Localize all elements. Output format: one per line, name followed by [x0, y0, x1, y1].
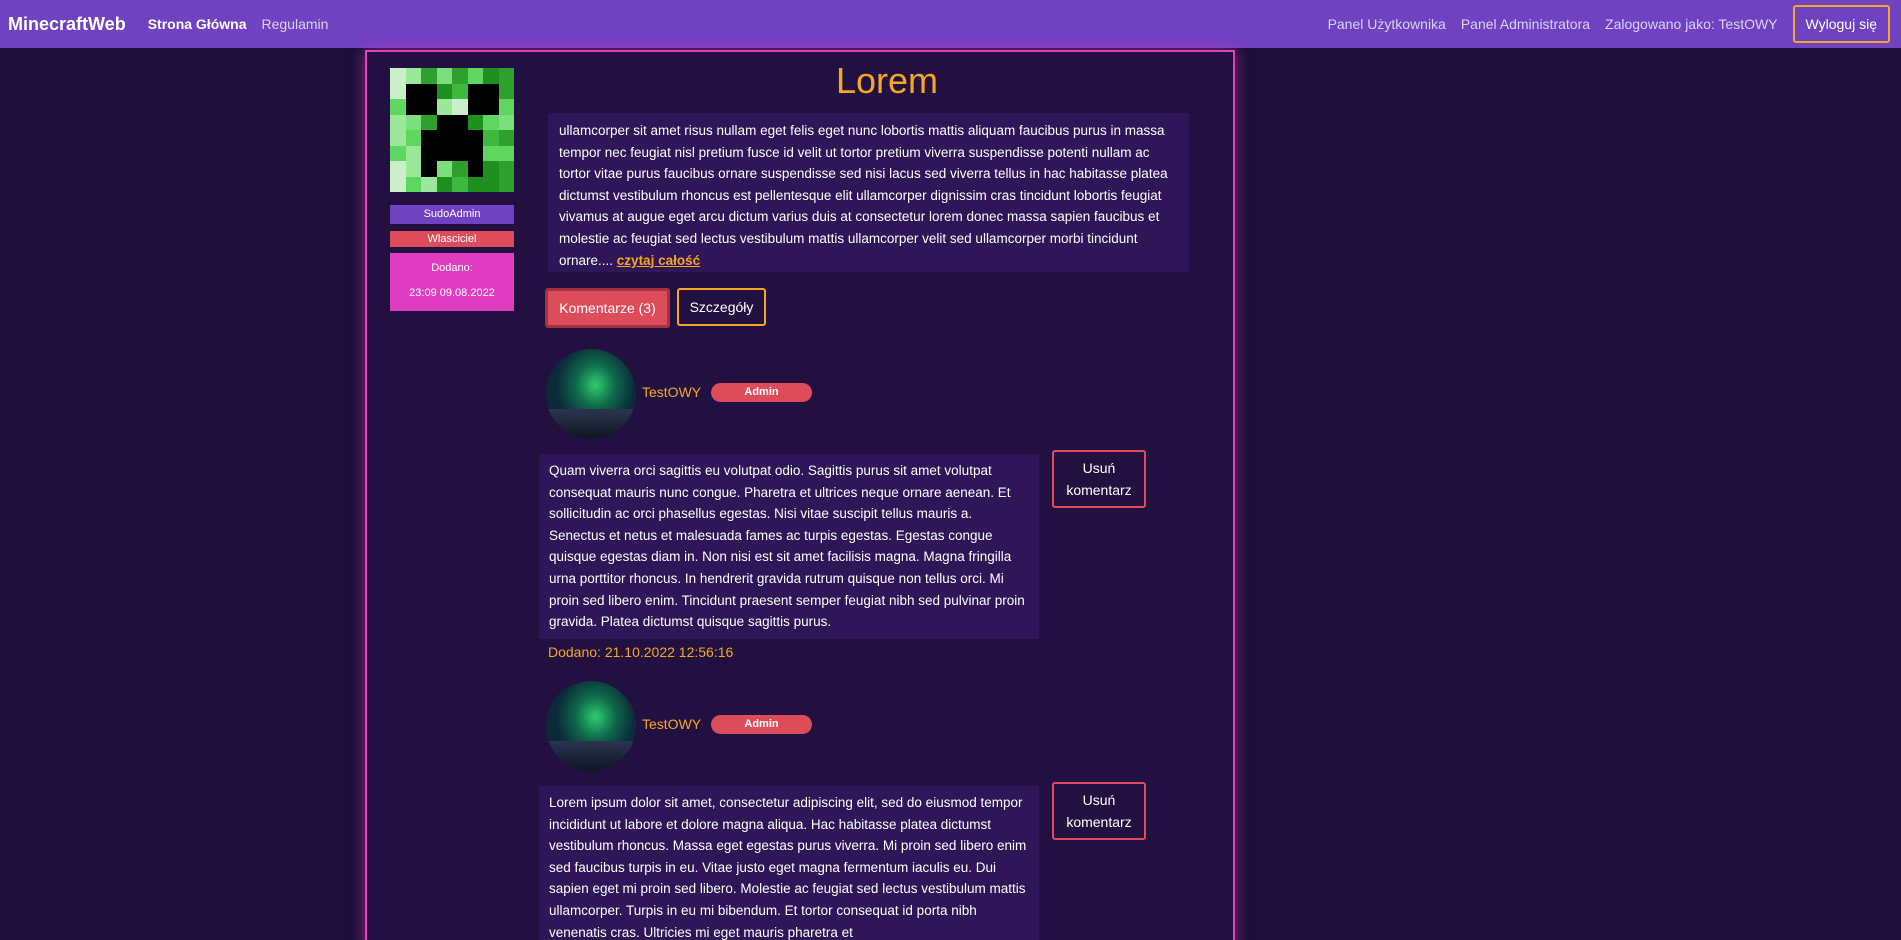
- aurora-avatar-icon: [546, 681, 636, 771]
- nav-user-panel[interactable]: Panel Użytkownika: [1328, 16, 1446, 32]
- author-name-badge: SudoAdmin: [390, 205, 514, 224]
- comments-button[interactable]: Komentarze (3): [545, 288, 670, 328]
- brand-logo[interactable]: MinecraftWeb: [8, 14, 126, 35]
- nav-right: Panel Użytkownika Panel Administratora Z…: [1328, 5, 1893, 43]
- read-more-link[interactable]: czytaj całość: [617, 253, 700, 268]
- delete-comment-button[interactable]: Usuń komentarz: [1052, 450, 1146, 508]
- nav-home[interactable]: Strona Główna: [148, 16, 247, 32]
- comment-role-badge: Admin: [711, 715, 812, 734]
- navbar: MinecraftWeb Strona Główna Regulamin Pan…: [0, 0, 1901, 48]
- post-body-text: ullamcorper sit amet risus nullam eget f…: [559, 123, 1168, 268]
- logout-button[interactable]: Wyloguj się: [1792, 5, 1890, 43]
- author-role-badge: Wlasciciel: [390, 231, 514, 247]
- post-author-block: SudoAdmin Wlasciciel Dodano: 23:09 09.08…: [390, 68, 514, 311]
- aurora-avatar-icon: [546, 349, 636, 439]
- creeper-face-icon: [390, 68, 514, 192]
- comment-author[interactable]: TestOWY: [642, 384, 701, 400]
- delete-comment-button[interactable]: Usuń komentarz: [1052, 782, 1146, 840]
- nav-rules[interactable]: Regulamin: [261, 16, 328, 32]
- post-title: Lorem: [835, 60, 939, 101]
- nav-admin-panel[interactable]: Panel Administratora: [1461, 16, 1590, 32]
- comment-role-badge: Admin: [711, 383, 812, 402]
- added-value: 23:09 09.08.2022: [409, 287, 495, 299]
- post-added-box: Dodano: 23:09 09.08.2022: [390, 253, 514, 311]
- logged-in-as: Zalogowano jako: TestOWY: [1605, 16, 1778, 32]
- comment-body: Lorem ipsum dolor sit amet, consectetur …: [539, 786, 1039, 940]
- details-button[interactable]: Szczegóły: [677, 288, 766, 326]
- comment-date: Dodano: 21.10.2022 12:56:16: [548, 644, 734, 660]
- post-body: ullamcorper sit amet risus nullam eget f…: [548, 113, 1189, 272]
- added-label: Dodano:: [431, 262, 473, 274]
- post-card: SudoAdmin Wlasciciel Dodano: 23:09 09.08…: [365, 50, 1235, 940]
- comment-author[interactable]: TestOWY: [642, 716, 701, 732]
- comment-body: Quam viverra orci sagittis eu volutpat o…: [539, 454, 1039, 639]
